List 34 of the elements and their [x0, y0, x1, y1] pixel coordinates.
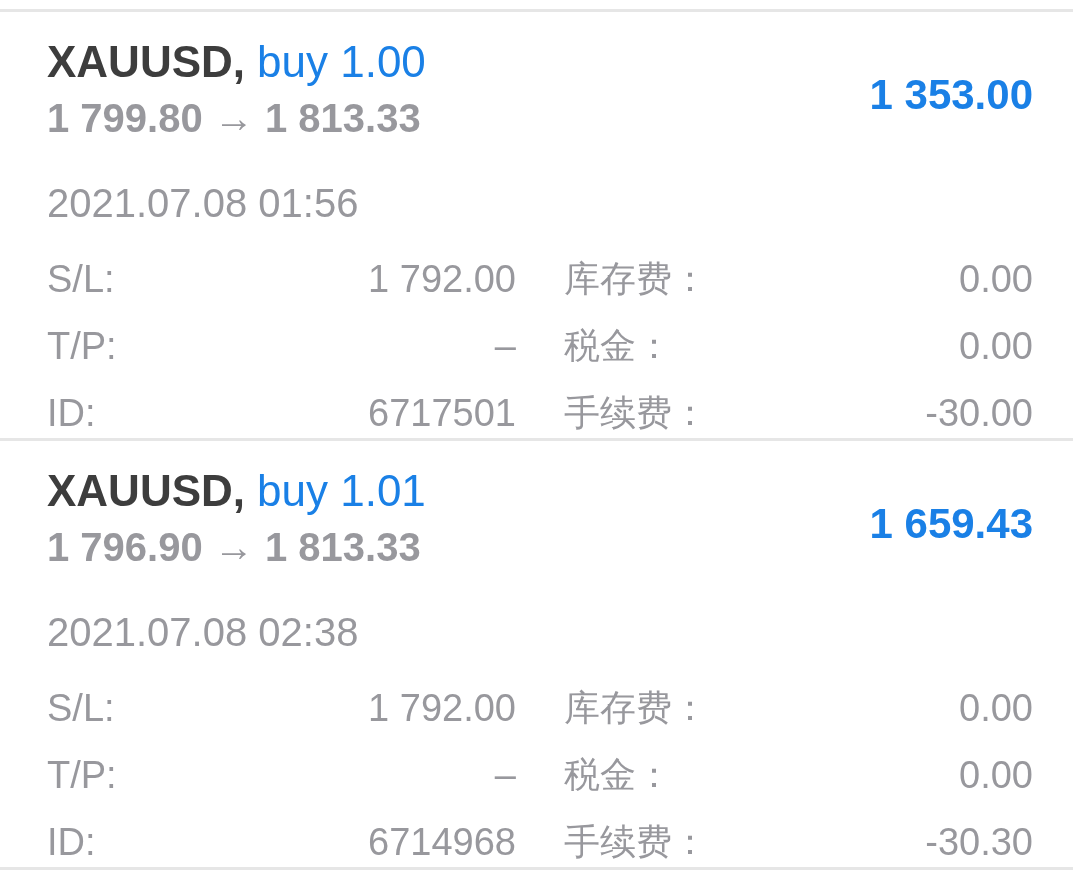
charge-label: 库存费： — [564, 686, 708, 730]
trade-side: buy 1.01 — [257, 466, 426, 515]
charge-value: 0.00 — [959, 325, 1033, 368]
charge-value: 0.00 — [959, 258, 1033, 301]
field-value: – — [494, 325, 516, 368]
field-value: 1 792.00 — [368, 687, 516, 730]
profit-value: 1 659.43 — [869, 499, 1033, 548]
field-value: 1 792.00 — [368, 258, 516, 301]
charge-value: 0.00 — [959, 687, 1033, 730]
open-time: 2021.07.08 02:38 — [47, 610, 359, 654]
charge-label: 手续费： — [564, 391, 708, 435]
field-label: S/L: — [47, 687, 115, 730]
field-value: 6717501 — [368, 392, 516, 435]
charge-value: -30.30 — [925, 821, 1033, 864]
symbol-name: XAUUSD, — [47, 37, 246, 86]
field-label: ID: — [47, 392, 96, 435]
field-label: S/L: — [47, 258, 115, 301]
field-value: – — [494, 754, 516, 797]
price-range: 1 796.90 → 1 813.33 — [47, 525, 421, 569]
symbol-name: XAUUSD, — [47, 466, 246, 515]
charge-label: 手续费： — [564, 820, 708, 864]
price-range: 1 799.80 → 1 813.33 — [47, 96, 421, 140]
charge-label: 税金： — [564, 324, 672, 368]
charge-label: 税金： — [564, 753, 672, 797]
trade-side: buy 1.00 — [257, 37, 426, 86]
field-value: 6714968 — [368, 821, 516, 864]
field-label: ID: — [47, 821, 96, 864]
field-label: T/P: — [47, 325, 117, 368]
profit-value: 1 353.00 — [869, 70, 1033, 119]
charge-value: -30.00 — [925, 392, 1033, 435]
field-label: T/P: — [47, 754, 117, 797]
open-time: 2021.07.08 01:56 — [47, 181, 359, 225]
charge-label: 库存费： — [564, 257, 708, 301]
charge-value: 0.00 — [959, 754, 1033, 797]
